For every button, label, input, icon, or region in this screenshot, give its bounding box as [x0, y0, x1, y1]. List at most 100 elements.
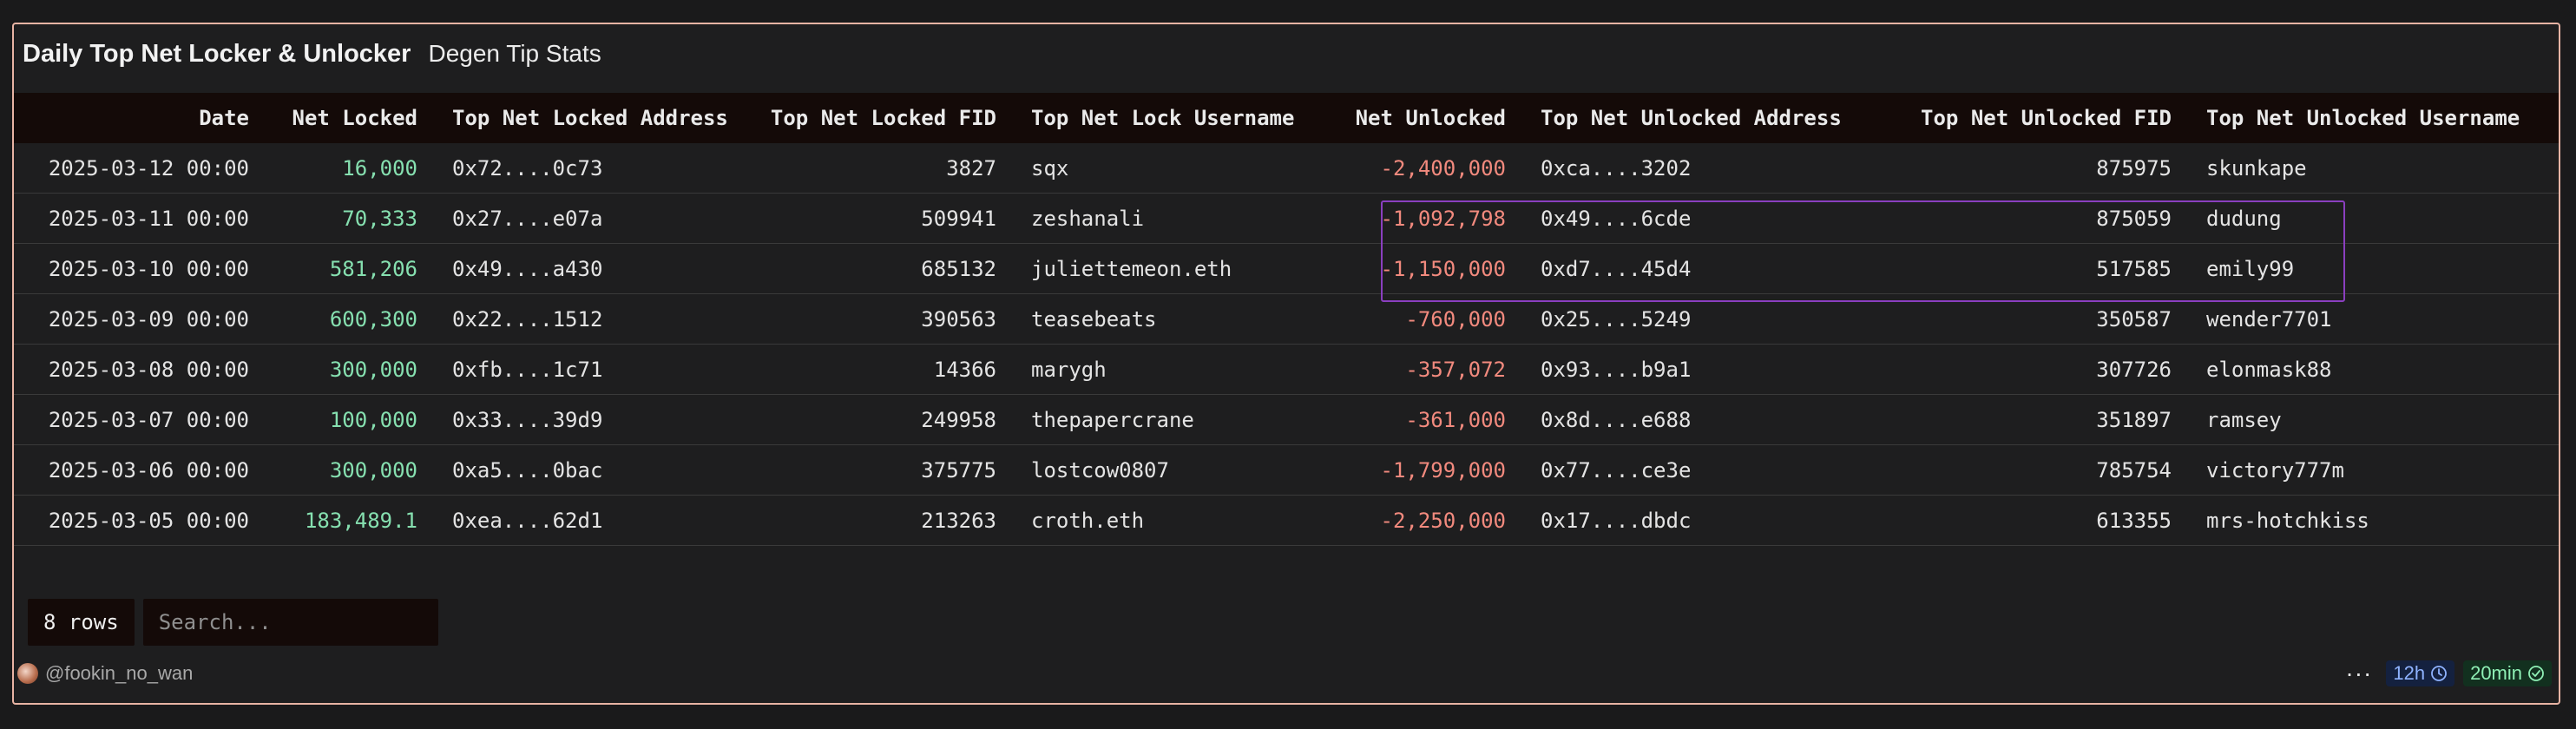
cell-unlocked-username: ramsey — [2189, 394, 2559, 445]
cell-unlocked-address: 0xca....3202 — [1523, 143, 1893, 194]
cell-lock-username: marygh — [1014, 344, 1337, 395]
cell-unlocked-address: 0x17....dbdc — [1523, 495, 1893, 546]
cell-unlocked-username: victory777m — [2189, 444, 2559, 496]
cell-locked-address: 0x49....a430 — [435, 243, 752, 294]
cell-net-unlocked: -760,000 — [1337, 293, 1523, 345]
row-count-badge: 8 rows — [28, 599, 135, 646]
clock-icon — [2431, 666, 2447, 681]
column-header-top-net-unlocked-address[interactable]: Top Net Unlocked Address — [1523, 93, 1893, 143]
cell-net-locked: 100,000 — [266, 394, 435, 445]
cell-locked-address: 0x33....39d9 — [435, 394, 752, 445]
cell-unlocked-fid: 351897 — [1893, 394, 2189, 445]
cell-locked-fid: 375775 — [752, 444, 1014, 496]
column-header-top-net-unlocked-username[interactable]: Top Net Unlocked Username — [2189, 93, 2559, 143]
cell-locked-fid: 213263 — [752, 495, 1014, 546]
author-link[interactable]: @fookin_no_wan — [17, 662, 193, 685]
cell-net-unlocked: -1,799,000 — [1337, 444, 1523, 496]
cell-net-locked: 300,000 — [266, 344, 435, 395]
author-name: @fookin_no_wan — [45, 662, 194, 684]
cell-unlocked-username: emily99 — [2189, 243, 2559, 294]
cell-lock-username: lostcow0807 — [1014, 444, 1337, 496]
cell-lock-username: thepapercrane — [1014, 394, 1337, 445]
cell-unlocked-address: 0x8d....e688 — [1523, 394, 1893, 445]
results-table: Date Net Locked Top Net Locked Address T… — [14, 93, 2559, 546]
cell-net-locked: 70,333 — [266, 193, 435, 244]
cell-locked-address: 0xfb....1c71 — [435, 344, 752, 395]
table-row[interactable]: 2025-03-10 00:00 581,206 0x49....a430 68513… — [14, 243, 2559, 294]
cell-locked-address: 0xa5....0bac — [435, 444, 752, 496]
table-row[interactable]: 2025-03-05 00:00 183,489.1 0xea....62d1 213… — [14, 495, 2559, 546]
cell-date: 2025-03-08 00:00 — [14, 344, 266, 395]
table-header-row: Date Net Locked Top Net Locked Address T… — [14, 93, 2559, 143]
cell-locked-fid: 390563 — [752, 293, 1014, 345]
more-options-icon[interactable]: ··· — [2345, 661, 2377, 686]
avatar — [17, 663, 38, 684]
table-row[interactable]: 2025-03-07 00:00 100,000 0x33....39d9 24995… — [14, 394, 2559, 445]
cell-unlocked-username: skunkape — [2189, 143, 2559, 194]
table-row[interactable]: 2025-03-08 00:00 300,000 0xfb....1c71 14366… — [14, 344, 2559, 395]
cell-locked-address: 0x27....e07a — [435, 193, 752, 244]
cell-locked-fid: 3827 — [752, 143, 1014, 194]
cell-locked-address: 0x22....1512 — [435, 293, 752, 345]
cell-lock-username: juliettemeon.eth — [1014, 243, 1337, 294]
column-header-date[interactable]: Date — [14, 93, 266, 143]
cell-lock-username: zeshanali — [1014, 193, 1337, 244]
table-row[interactable]: 2025-03-09 00:00 600,300 0x22....1512 39056… — [14, 293, 2559, 345]
cell-date: 2025-03-12 00:00 — [14, 143, 266, 194]
cell-net-locked: 16,000 — [266, 143, 435, 194]
cell-unlocked-fid: 307726 — [1893, 344, 2189, 395]
cell-unlocked-fid: 785754 — [1893, 444, 2189, 496]
column-header-top-net-locked-address[interactable]: Top Net Locked Address — [435, 93, 752, 143]
cell-net-locked: 600,300 — [266, 293, 435, 345]
refresh-interval-label: 12h — [2393, 662, 2426, 684]
cell-date: 2025-03-07 00:00 — [14, 394, 266, 445]
query-result-card: Daily Top Net Locker & Unlocker Degen Ti… — [12, 23, 2560, 705]
cell-net-unlocked: -2,250,000 — [1337, 495, 1523, 546]
refresh-schedule-badge[interactable]: 12h — [2386, 660, 2455, 686]
cell-net-unlocked: -1,150,000 — [1337, 243, 1523, 294]
column-header-top-net-unlocked-fid[interactable]: Top Net Unlocked FID — [1893, 93, 2189, 143]
cell-date: 2025-03-10 00:00 — [14, 243, 266, 294]
cell-date: 2025-03-11 00:00 — [14, 193, 266, 244]
cell-net-unlocked: -361,000 — [1337, 394, 1523, 445]
cell-unlocked-username: wender7701 — [2189, 293, 2559, 345]
card-header: Daily Top Net Locker & Unlocker Degen Ti… — [23, 40, 601, 69]
cell-date: 2025-03-09 00:00 — [14, 293, 266, 345]
cell-locked-fid: 509941 — [752, 193, 1014, 244]
table-row[interactable]: 2025-03-11 00:00 70,333 0x27....e07a 509941… — [14, 193, 2559, 244]
cell-locked-address: 0xea....62d1 — [435, 495, 752, 546]
cell-unlocked-address: 0x49....6cde — [1523, 193, 1893, 244]
results-table-wrapper: Date Net Locked Top Net Locked Address T… — [14, 93, 2559, 546]
cell-locked-fid: 14366 — [752, 344, 1014, 395]
cell-unlocked-username: mrs-hotchkiss — [2189, 495, 2559, 546]
cell-unlocked-fid: 517585 — [1893, 243, 2189, 294]
card-footer: @fookin_no_wan ··· 12h 20min — [17, 660, 2552, 688]
table-controls: 8 rows — [28, 599, 438, 646]
cell-net-locked: 300,000 — [266, 444, 435, 496]
cell-unlocked-username: dudung — [2189, 193, 2559, 244]
column-header-net-unlocked[interactable]: Net Unlocked — [1337, 93, 1523, 143]
cell-unlocked-address: 0x25....5249 — [1523, 293, 1893, 345]
table-row[interactable]: 2025-03-06 00:00 300,000 0xa5....0bac 37577… — [14, 444, 2559, 496]
cell-unlocked-fid: 613355 — [1893, 495, 2189, 546]
search-input[interactable] — [142, 599, 438, 646]
cell-net-unlocked: -1,092,798 — [1337, 193, 1523, 244]
cell-locked-address: 0x72....0c73 — [435, 143, 752, 194]
card-subtitle: Degen Tip Stats — [428, 40, 601, 67]
cell-locked-fid: 249958 — [752, 394, 1014, 445]
card-title: Daily Top Net Locker & Unlocker — [23, 40, 411, 68]
cell-unlocked-fid: 875059 — [1893, 193, 2189, 244]
column-header-top-net-lock-username[interactable]: Top Net Lock Username — [1014, 93, 1337, 143]
cell-net-locked: 581,206 — [266, 243, 435, 294]
cell-lock-username: sqx — [1014, 143, 1337, 194]
cell-date: 2025-03-06 00:00 — [14, 444, 266, 496]
table-row[interactable]: 2025-03-12 00:00 16,000 0x72....0c73 3827 sq… — [14, 143, 2559, 194]
cell-net-unlocked: -2,400,000 — [1337, 143, 1523, 194]
cache-age-label: 20min — [2470, 662, 2522, 684]
cell-date: 2025-03-05 00:00 — [14, 495, 266, 546]
column-header-top-net-locked-fid[interactable]: Top Net Locked FID — [752, 93, 1014, 143]
column-header-net-locked[interactable]: Net Locked — [266, 93, 435, 143]
cache-age-badge[interactable]: 20min — [2463, 660, 2552, 686]
cell-unlocked-username: elonmask88 — [2189, 344, 2559, 395]
cell-lock-username: croth.eth — [1014, 495, 1337, 546]
